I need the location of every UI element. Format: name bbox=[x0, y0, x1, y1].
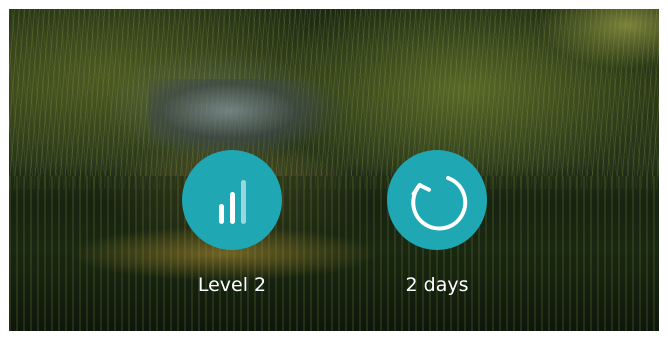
refresh-icon bbox=[411, 176, 468, 231]
signal-bars-icon bbox=[219, 180, 246, 224]
days-button[interactable] bbox=[387, 150, 487, 250]
background-photo bbox=[9, 9, 659, 331]
level-control[interactable]: Level 2 bbox=[177, 150, 287, 296]
level-button[interactable] bbox=[182, 150, 282, 250]
days-label: 2 days bbox=[405, 274, 469, 296]
water-reflection bbox=[9, 176, 659, 331]
waterfall-rocks bbox=[149, 79, 349, 159]
level-label: Level 2 bbox=[197, 274, 267, 296]
days-control[interactable]: 2 days bbox=[382, 150, 492, 296]
